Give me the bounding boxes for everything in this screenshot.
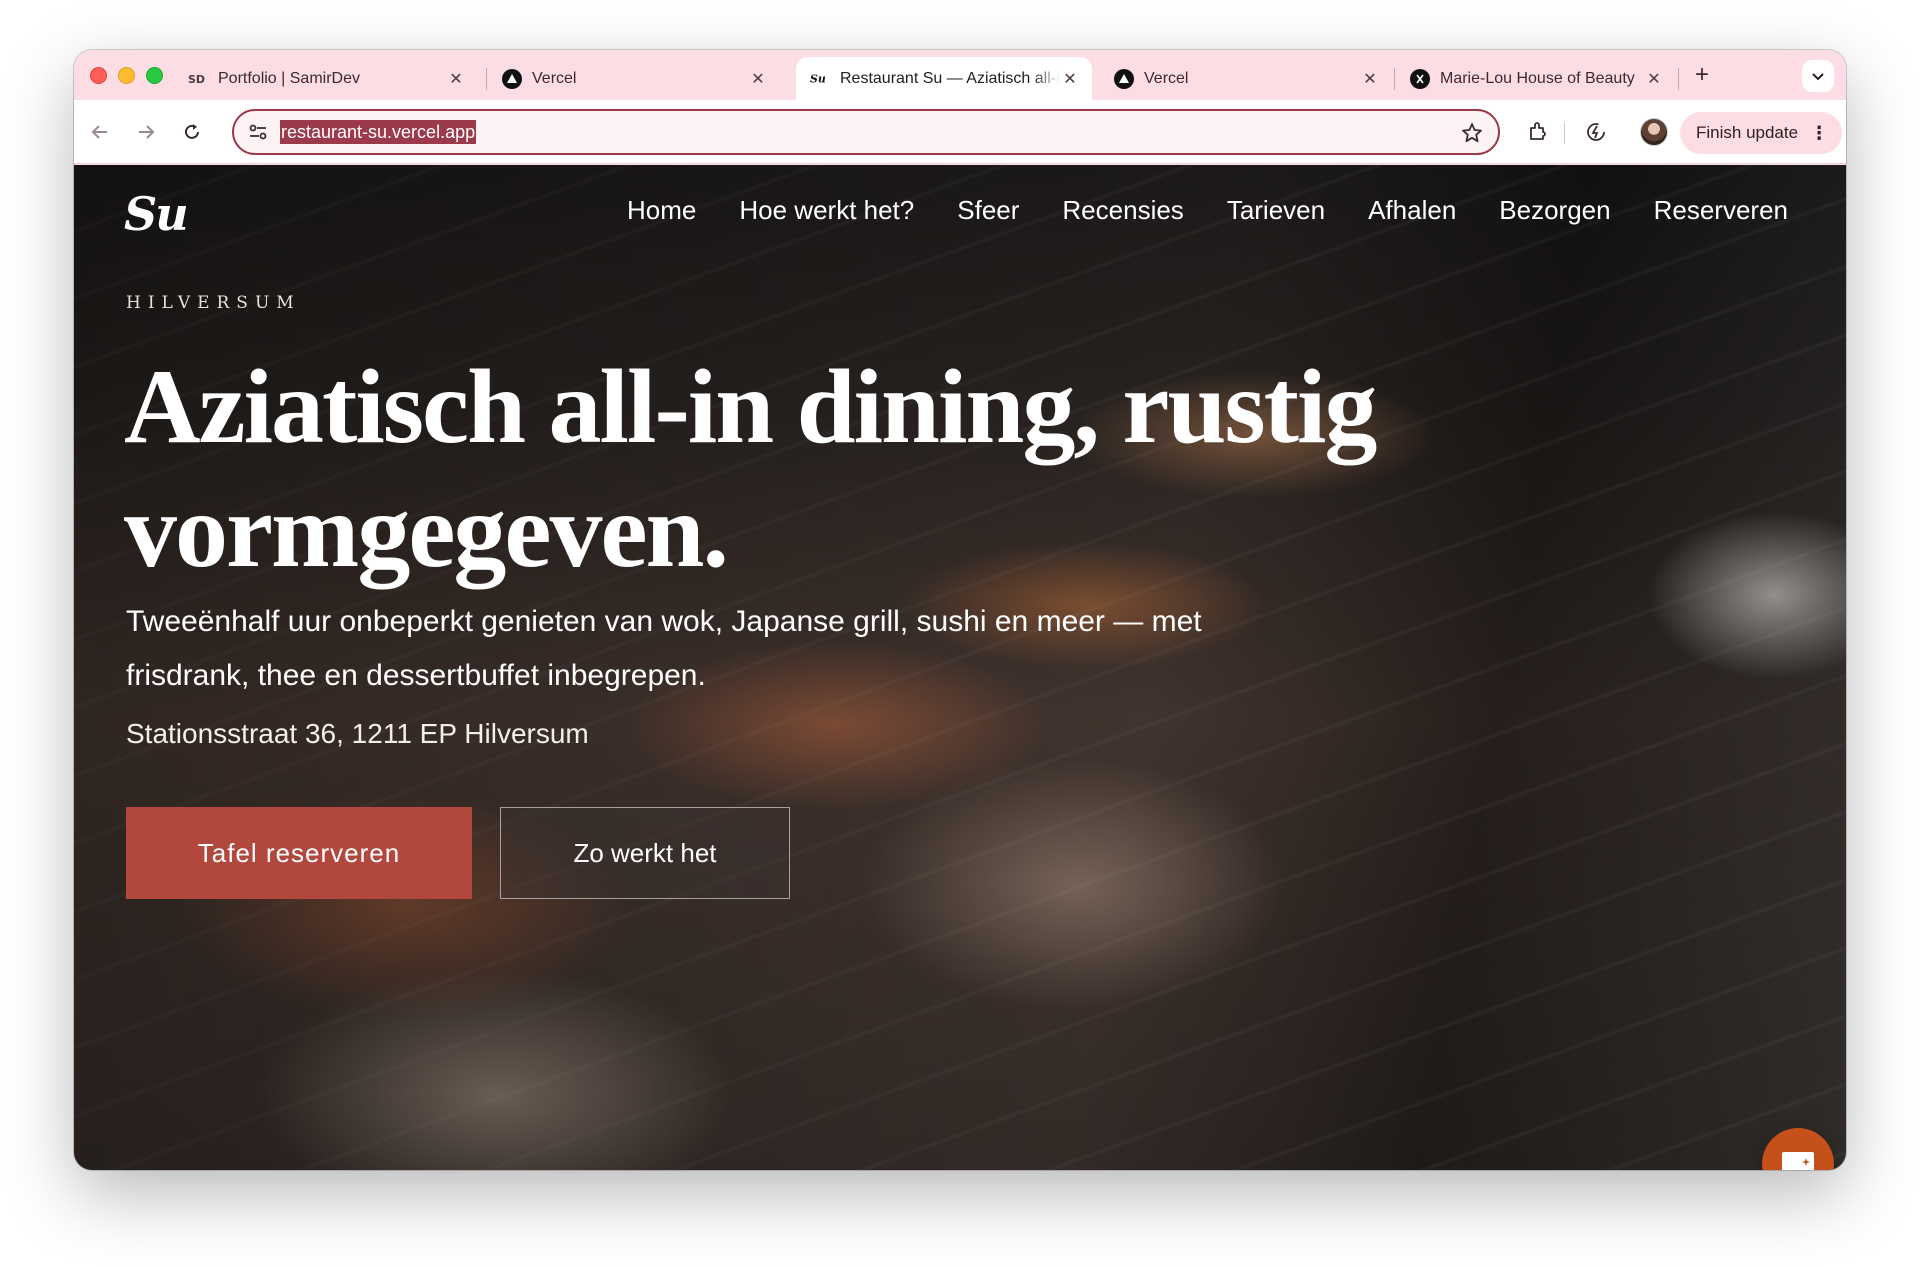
svg-text:SD: SD bbox=[188, 73, 205, 86]
main-nav: Home Hoe werkt het? Sfeer Recensies Tari… bbox=[627, 195, 1788, 226]
finish-update-button[interactable]: Finish update ⋮ bbox=[1680, 112, 1843, 154]
how-it-works-button[interactable]: Zo werkt het bbox=[500, 807, 790, 899]
tab-separator bbox=[486, 68, 487, 90]
tab-separator bbox=[1678, 68, 1679, 90]
hero-section: Su Home Hoe werkt het? Sfeer Recensies T… bbox=[74, 165, 1846, 1170]
tab-search-button[interactable] bbox=[1802, 60, 1834, 92]
marie-lou-icon bbox=[1410, 68, 1430, 89]
extensions-icon[interactable] bbox=[1526, 120, 1550, 144]
close-tab-icon[interactable]: ✕ bbox=[1360, 69, 1380, 89]
tab-title: Portfolio | SamirDev bbox=[218, 69, 360, 87]
tab-title: Vercel bbox=[532, 69, 577, 87]
nav-tarieven[interactable]: Tarieven bbox=[1227, 195, 1325, 226]
tab-title: Restaurant Su — Aziatisch all-in dining bbox=[840, 69, 1060, 87]
tab-vercel-2[interactable]: Vercel ✕ bbox=[1100, 57, 1392, 100]
nav-bezorgen[interactable]: Bezorgen bbox=[1499, 195, 1610, 226]
tab-strip: SD Portfolio | SamirDev ✕ Vercel ✕ Su Re… bbox=[74, 50, 1846, 100]
tab-marie-lou[interactable]: Marie-Lou House of Beauty ✕ bbox=[1396, 57, 1676, 100]
close-tab-icon[interactable]: ✕ bbox=[1060, 69, 1080, 89]
location-eyebrow: HILVERSUM bbox=[126, 293, 301, 313]
chevron-down-icon bbox=[1812, 72, 1824, 80]
su-logo-icon: Su bbox=[810, 69, 830, 89]
close-tab-icon[interactable]: ✕ bbox=[446, 69, 466, 89]
sd-logo-icon: SD bbox=[188, 69, 208, 89]
restaurant-address: Stationsstraat 36, 1211 EP Hilversum bbox=[126, 718, 589, 749]
performance-icon[interactable] bbox=[1584, 120, 1608, 144]
bookmark-star-icon[interactable] bbox=[1460, 121, 1484, 145]
url-text[interactable]: restaurant-su.vercel.app bbox=[280, 120, 477, 144]
hero-headline: Aziatisch all-in dining, rustig vormgege… bbox=[124, 348, 1377, 589]
browser-toolbar: restaurant-su.vercel.app Finish update ⋮ bbox=[74, 100, 1846, 164]
arrow-right-icon bbox=[139, 125, 155, 139]
finish-update-label: Finish update bbox=[1696, 123, 1799, 142]
reserve-table-button[interactable]: Tafel reserveren bbox=[126, 807, 472, 899]
close-window-button[interactable] bbox=[90, 67, 107, 84]
close-tab-icon[interactable]: ✕ bbox=[1644, 69, 1664, 89]
site-settings-icon[interactable] bbox=[246, 120, 270, 144]
vercel-icon bbox=[1114, 68, 1134, 89]
reload-icon bbox=[185, 124, 199, 139]
nav-recensies[interactable]: Recensies bbox=[1062, 195, 1183, 226]
tab-portfolio[interactable]: SD Portfolio | SamirDev ✕ bbox=[174, 57, 478, 100]
back-button[interactable] bbox=[88, 120, 112, 144]
forward-button[interactable] bbox=[134, 120, 158, 144]
hero-lead: Tweeënhalf uur onbeperkt genieten van wo… bbox=[126, 605, 1202, 692]
address-bar[interactable]: restaurant-su.vercel.app bbox=[232, 109, 1500, 155]
nav-home[interactable]: Home bbox=[627, 195, 696, 226]
nav-sfeer[interactable]: Sfeer bbox=[957, 195, 1019, 226]
vercel-icon bbox=[502, 68, 522, 89]
reload-button[interactable] bbox=[180, 120, 204, 144]
nav-hoe-werkt-het[interactable]: Hoe werkt het? bbox=[739, 195, 914, 226]
toolbar-divider bbox=[1564, 122, 1565, 144]
nav-afhalen[interactable]: Afhalen bbox=[1368, 195, 1456, 226]
profile-avatar[interactable] bbox=[1640, 118, 1668, 146]
browser-window: SD Portfolio | SamirDev ✕ Vercel ✕ Su Re… bbox=[74, 50, 1846, 1170]
site-logo[interactable]: Su bbox=[124, 187, 189, 241]
minimize-window-button[interactable] bbox=[118, 67, 135, 84]
tab-vercel-1[interactable]: Vercel ✕ bbox=[488, 57, 780, 100]
tab-title: Vercel bbox=[1144, 69, 1189, 87]
nav-reserveren[interactable]: Reserveren bbox=[1654, 195, 1788, 226]
more-menu-icon: ⋮ bbox=[1810, 123, 1829, 143]
zoom-window-button[interactable] bbox=[146, 67, 163, 84]
new-tab-button[interactable]: + bbox=[1688, 62, 1716, 90]
tab-restaurant-su[interactable]: Su Restaurant Su — Aziatisch all-in dini… bbox=[796, 57, 1092, 100]
chat-bubble-icon bbox=[1782, 1152, 1814, 1170]
tab-separator bbox=[1394, 68, 1395, 90]
tab-title: Marie-Lou House of Beauty bbox=[1440, 69, 1635, 87]
svg-text:Su: Su bbox=[810, 72, 826, 85]
arrow-left-icon bbox=[91, 125, 107, 139]
close-tab-icon[interactable]: ✕ bbox=[748, 69, 768, 89]
